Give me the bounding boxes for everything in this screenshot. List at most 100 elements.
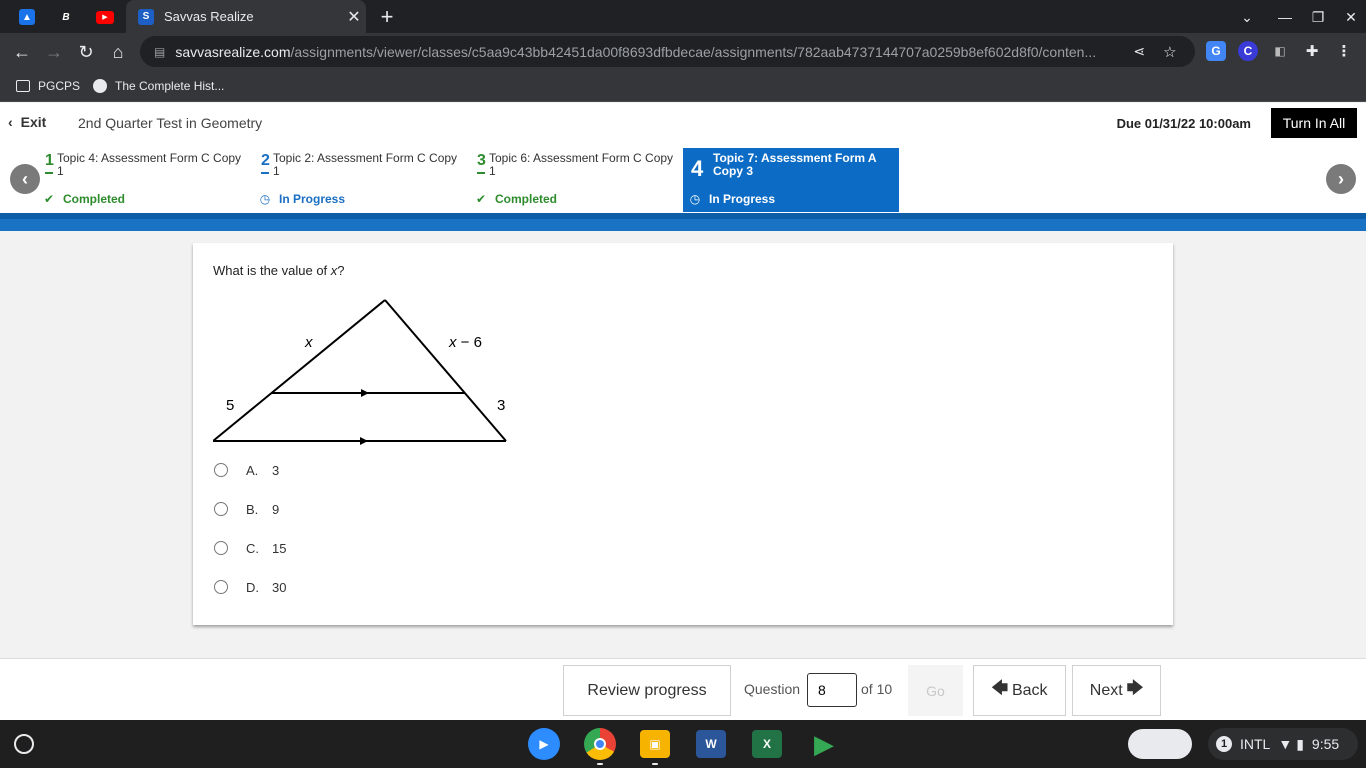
pinned-tab-bold[interactable]: B (49, 4, 83, 30)
pinned-tab-youtube[interactable]: ▶ (88, 4, 122, 30)
classroom-app-icon[interactable]: ▣ (640, 730, 670, 758)
turn-in-all-button[interactable]: Turn In All (1271, 108, 1357, 138)
youtube-icon: ▶ (96, 10, 114, 24)
radio-button[interactable] (214, 502, 228, 516)
reload-icon[interactable]: ↻ (72, 38, 100, 66)
choice-a[interactable]: A. 3 (213, 460, 279, 480)
triangle-right-side (384, 299, 507, 442)
topic-name: Topic 7: Assessment Form A Copy 3 (713, 151, 877, 178)
clock-icon: ◷ (689, 192, 701, 206)
due-date: Due 01/31/22 10:00am (1116, 116, 1251, 131)
choice-d[interactable]: D. 30 (213, 577, 286, 597)
topic-4-active[interactable]: 4 Topic 7: Assessment Form A Copy 3 ◷ In… (683, 148, 899, 212)
person-icon: ▲ (19, 9, 35, 25)
new-tab-button[interactable]: + (374, 4, 400, 30)
label-left-top: x (304, 334, 313, 351)
play-store-icon[interactable]: ▶ (808, 728, 840, 760)
home-icon[interactable]: ⌂ (104, 38, 132, 66)
back-button[interactable]: 🡄 Back (973, 665, 1066, 716)
next-button[interactable]: Next 🡆 (1072, 665, 1161, 716)
triangle-diagram: x x − 6 5 3 (213, 299, 507, 445)
reader-extension-icon[interactable]: ◧ (1270, 41, 1290, 61)
prev-topics-button[interactable]: ‹ (10, 164, 40, 194)
choice-value: 3 (272, 462, 280, 478)
share-icon[interactable]: ⋖ (1133, 43, 1145, 60)
chrome-app-icon[interactable] (584, 728, 616, 760)
question-prompt: What is the value of x? (213, 263, 345, 278)
tab-savvas[interactable]: S Savvas Realize ✕ (126, 0, 366, 33)
topic-status: ◷ In Progress (257, 192, 345, 206)
status-tray[interactable]: 1 INTL ▼ ▮ 9:55 (1208, 728, 1358, 760)
topic-status: ✔ Completed (473, 192, 557, 206)
topic-2[interactable]: 2 Topic 2: Assessment Form C Copy 1 ◷ In… (253, 148, 469, 212)
bookmark-label: The Complete Hist... (115, 79, 225, 93)
exit-button[interactable]: ‹ Exit (8, 114, 46, 130)
menu-kebab-icon[interactable]: ⋮ (1334, 41, 1354, 61)
question-number-input[interactable] (807, 673, 857, 707)
pinned-tab-classroom[interactable]: ▲ (10, 4, 44, 30)
parallel-arrow-top (361, 389, 369, 397)
topic-status: ✔ Completed (41, 192, 125, 206)
tab-strip: ▲ B ▶ S Savvas Realize ✕ + ⌄ — ❐ ✕ (0, 0, 1366, 33)
forward-arrow-icon[interactable]: → (40, 38, 68, 66)
bookmark-pgcps[interactable]: PGCPS (16, 76, 80, 96)
c-extension-icon[interactable]: C (1238, 41, 1258, 61)
choice-b[interactable]: B. 9 (213, 499, 279, 519)
tab-title: Savvas Realize (164, 9, 254, 24)
topic-name: Topic 4: Assessment Form C Copy 1 (57, 151, 242, 178)
topic-3[interactable]: 3 Topic 6: Assessment Form C Copy 1 ✔ Co… (469, 148, 685, 212)
word-app-icon[interactable]: W (696, 730, 726, 758)
holding-space-tray[interactable] (1128, 729, 1192, 759)
bookmark-complete-history[interactable]: The Complete Hist... (93, 76, 224, 96)
zoom-app-icon[interactable]: ▶ (528, 728, 560, 760)
input-method: INTL (1240, 736, 1271, 752)
savvas-logo-icon: S (138, 8, 154, 25)
radio-button[interactable] (214, 541, 228, 555)
url-host: savvasrealize.com (175, 43, 291, 60)
url-path: /assignments/viewer/classes/c5aa9c43bb42… (290, 43, 1097, 60)
google-translate-icon[interactable]: G (1206, 41, 1226, 61)
site-info-icon[interactable]: ▤ (154, 45, 165, 59)
minimize-button[interactable]: — (1270, 4, 1300, 30)
next-topics-button[interactable]: › (1326, 164, 1356, 194)
topic-strip: ‹ 1 Topic 4: Assessment Form C Copy 1 ✔ … (0, 143, 1366, 213)
choice-value: 30 (272, 579, 287, 595)
os-shelf: ▶ ▣ W X ▶ 1 INTL ▼ ▮ 9:55 (0, 720, 1366, 768)
bookmarks-bar: PGCPS The Complete Hist... (0, 70, 1366, 102)
review-progress-button[interactable]: Review progress (563, 665, 731, 716)
clock-time: 9:55 (1311, 736, 1340, 752)
wifi-icon: ▼ (1278, 736, 1293, 752)
radio-button[interactable] (214, 580, 228, 594)
extensions-puzzle-icon[interactable]: ✚ (1302, 41, 1322, 61)
address-bar[interactable]: ▤ savvasrealize.com/assignments/viewer/c… (140, 36, 1195, 67)
topic-1[interactable]: 1 Topic 4: Assessment Form C Copy 1 ✔ Co… (37, 148, 253, 212)
close-window-button[interactable]: ✕ (1336, 4, 1366, 30)
test-title: 2nd Quarter Test in Geometry (78, 115, 263, 131)
chevron-left-icon: ‹ (8, 114, 13, 130)
choice-value: 15 (272, 540, 287, 556)
tab-search-icon[interactable]: ⌄ (1232, 4, 1262, 30)
b-logo-icon: B (58, 9, 74, 25)
topic-number: 4 (691, 156, 704, 181)
back-arrow-icon[interactable]: ← (8, 38, 36, 66)
question-navigation: Review progress Question of 10 Go 🡄 Back… (0, 658, 1366, 720)
question-total: of 10 (861, 681, 893, 697)
folder-icon (16, 80, 30, 92)
triangle-left-side (213, 299, 386, 442)
topic-status: ◷ In Progress (687, 192, 775, 206)
close-tab-icon[interactable]: ✕ (342, 7, 366, 27)
choice-c[interactable]: C. 15 (213, 538, 286, 558)
globe-icon (93, 79, 107, 93)
go-button[interactable]: Go (908, 665, 963, 716)
restore-button[interactable]: ❐ (1303, 4, 1333, 30)
bookmark-star-icon[interactable]: ☆ (1163, 43, 1176, 61)
choice-value: 9 (272, 501, 280, 517)
browser-toolbar: ← → ↻ ⌂ ▤ savvasrealize.com/assignments/… (0, 33, 1366, 70)
launcher-icon[interactable] (14, 734, 34, 754)
checkmark-icon: ✔ (43, 192, 55, 206)
progress-band (0, 213, 1366, 231)
topic-number: 3 (477, 152, 486, 169)
radio-button[interactable] (214, 463, 228, 477)
parallel-arrow-bottom (360, 437, 368, 445)
excel-app-icon[interactable]: X (752, 730, 782, 758)
